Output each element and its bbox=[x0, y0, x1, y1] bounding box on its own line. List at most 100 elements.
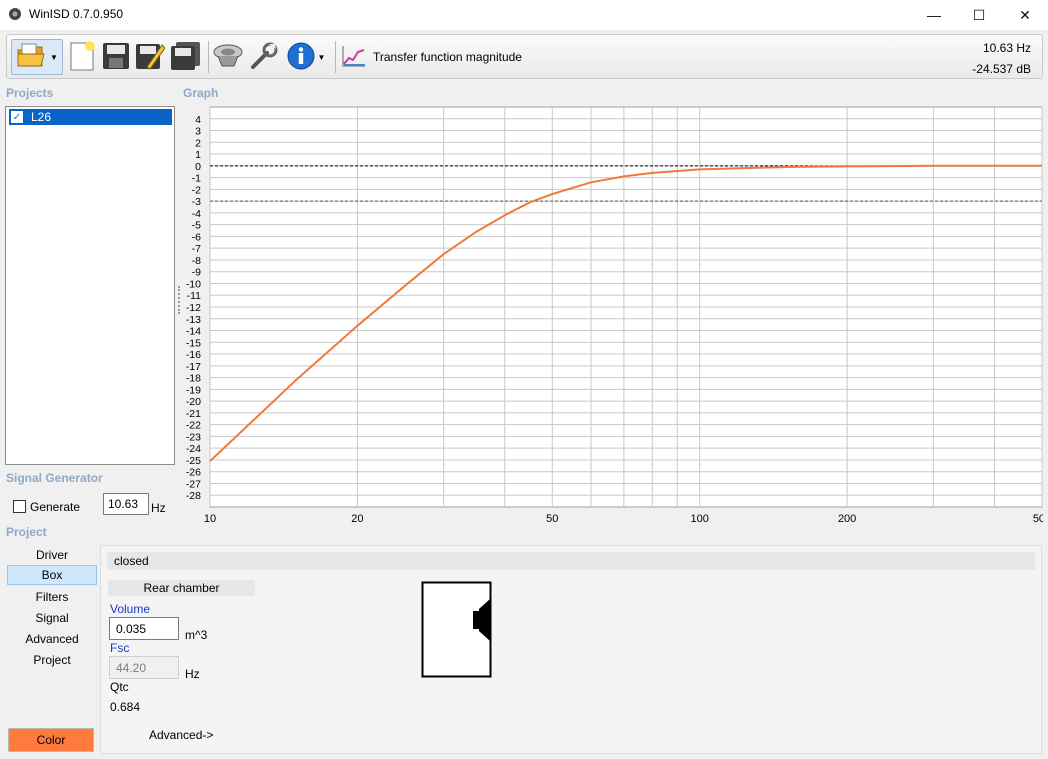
y-tick-label: -5 bbox=[192, 220, 201, 232]
save-all-button[interactable] bbox=[169, 39, 203, 75]
driver-icon bbox=[212, 42, 244, 73]
qtc-label: Qtc bbox=[110, 680, 129, 694]
y-tick-label: -20 bbox=[186, 396, 201, 408]
maximize-button[interactable]: ☐ bbox=[956, 0, 1002, 30]
title-bar: WinISD 0.7.0.950 — ☐ ✕ bbox=[0, 0, 1048, 30]
minimize-button[interactable]: — bbox=[911, 0, 957, 30]
x-tick-label: 10 bbox=[204, 513, 216, 524]
volume-label: Volume bbox=[110, 602, 151, 616]
y-tick-label: -14 bbox=[186, 326, 201, 338]
nav-filters[interactable]: Filters bbox=[7, 587, 97, 607]
save-as-button[interactable] bbox=[133, 39, 167, 75]
y-tick-label: -28 bbox=[186, 490, 201, 502]
cursor-level-readout: -24.537 dB bbox=[972, 62, 1031, 76]
y-tick-label: -19 bbox=[186, 384, 201, 396]
signal-generator-heading: Signal Generator bbox=[6, 471, 103, 485]
y-tick-label: -22 bbox=[186, 420, 201, 432]
nav-project[interactable]: Project bbox=[7, 650, 97, 670]
toolbar: ▼ ▼ Transfer function magnitude 10.63 Hz… bbox=[6, 34, 1043, 79]
graph-type-button[interactable] bbox=[339, 39, 369, 75]
graph-type-icon bbox=[341, 44, 367, 71]
color-button[interactable]: Color bbox=[8, 728, 94, 752]
new-project-button[interactable] bbox=[65, 39, 99, 75]
y-tick-label: -15 bbox=[186, 337, 201, 349]
new-project-icon bbox=[68, 40, 96, 75]
y-tick-label: 0 bbox=[195, 161, 201, 173]
x-tick-label: 200 bbox=[838, 513, 856, 524]
y-tick-label: -4 bbox=[192, 208, 201, 220]
splitter-handle[interactable] bbox=[178, 286, 180, 314]
volume-input[interactable] bbox=[109, 617, 179, 640]
fsc-input bbox=[109, 656, 179, 679]
y-tick-label: 1 bbox=[195, 149, 201, 161]
box-panel: closed Rear chamber Volume m^3 Fsc Hz Qt… bbox=[100, 545, 1042, 754]
box-diagram bbox=[421, 581, 492, 678]
y-tick-label: -2 bbox=[192, 184, 201, 196]
project-heading: Project bbox=[6, 525, 47, 539]
open-folder-icon bbox=[16, 42, 48, 73]
toolbar-separator bbox=[208, 41, 209, 73]
info-icon bbox=[287, 42, 315, 73]
fsc-unit: Hz bbox=[185, 667, 200, 681]
toolbar-separator bbox=[335, 41, 336, 73]
y-tick-label: 4 bbox=[195, 114, 201, 126]
y-tick-label: -23 bbox=[186, 431, 201, 443]
transfer-function-graph[interactable]: 43210-1-2-3-4-5-6-7-8-9-10-11-12-13-14-1… bbox=[183, 104, 1043, 524]
y-tick-label: -27 bbox=[186, 478, 201, 490]
x-tick-label: 50 bbox=[546, 513, 558, 524]
y-tick-label: -11 bbox=[187, 290, 202, 302]
window-title: WinISD 0.7.0.950 bbox=[29, 7, 124, 21]
y-tick-label: -10 bbox=[186, 278, 201, 290]
y-tick-label: -13 bbox=[186, 314, 201, 326]
y-tick-label: -1 bbox=[192, 173, 201, 185]
fsc-label: Fsc bbox=[110, 641, 130, 655]
rear-chamber-header: Rear chamber bbox=[108, 580, 255, 596]
nav-signal[interactable]: Signal bbox=[7, 608, 97, 628]
y-tick-label: 3 bbox=[195, 126, 201, 138]
y-tick-label: -8 bbox=[192, 255, 201, 267]
y-tick-label: -9 bbox=[192, 267, 201, 279]
close-button[interactable]: ✕ bbox=[1002, 0, 1048, 30]
chevron-down-icon[interactable]: ▼ bbox=[50, 53, 58, 62]
save-all-icon bbox=[170, 41, 202, 74]
save-button[interactable] bbox=[99, 39, 133, 75]
x-tick-label: 20 bbox=[351, 513, 363, 524]
volume-unit: m^3 bbox=[185, 628, 208, 642]
project-checkbox[interactable]: ✓ bbox=[11, 111, 23, 123]
tools-button[interactable] bbox=[247, 39, 281, 75]
generate-checkbox[interactable] bbox=[13, 500, 26, 513]
box-type-selector[interactable]: closed bbox=[107, 552, 1035, 570]
qtc-value: 0.684 bbox=[110, 700, 141, 714]
cursor-frequency-readout: 10.63 Hz bbox=[982, 41, 1031, 55]
tools-icon bbox=[249, 41, 279, 74]
save-icon bbox=[102, 42, 130, 73]
open-project-button[interactable]: ▼ bbox=[11, 39, 63, 75]
driver-editor-button[interactable] bbox=[211, 39, 245, 75]
y-tick-label: -18 bbox=[186, 373, 201, 385]
nav-driver[interactable]: Driver bbox=[7, 545, 97, 565]
generate-label: Generate bbox=[30, 500, 81, 514]
nav-advanced[interactable]: Advanced bbox=[7, 629, 97, 649]
app-logo-icon bbox=[8, 7, 22, 21]
about-button[interactable]: ▼ bbox=[283, 39, 329, 75]
y-tick-label: -25 bbox=[186, 455, 201, 467]
generator-frequency-unit: Hz bbox=[151, 501, 166, 515]
y-tick-label: -7 bbox=[192, 243, 201, 255]
generator-frequency-input[interactable] bbox=[103, 493, 149, 515]
projects-heading: Projects bbox=[6, 86, 54, 100]
y-tick-label: -12 bbox=[186, 302, 201, 314]
list-item[interactable]: ✓ L26 bbox=[9, 109, 172, 125]
graph-type-label[interactable]: Transfer function magnitude bbox=[373, 50, 522, 64]
projects-list[interactable]: ✓ L26 bbox=[5, 106, 175, 465]
y-tick-label: -24 bbox=[186, 443, 201, 455]
y-tick-label: -26 bbox=[186, 467, 201, 479]
y-tick-label: -21 bbox=[186, 408, 201, 420]
y-tick-label: -17 bbox=[186, 361, 201, 373]
nav-box[interactable]: Box bbox=[7, 565, 97, 585]
y-tick-label: 2 bbox=[195, 137, 201, 149]
x-tick-label: 500 bbox=[1033, 513, 1043, 524]
save-as-icon bbox=[135, 41, 166, 74]
graph-heading: Graph bbox=[183, 86, 219, 100]
chevron-down-icon[interactable]: ▼ bbox=[318, 53, 326, 62]
advanced-link[interactable]: Advanced-> bbox=[149, 728, 213, 742]
